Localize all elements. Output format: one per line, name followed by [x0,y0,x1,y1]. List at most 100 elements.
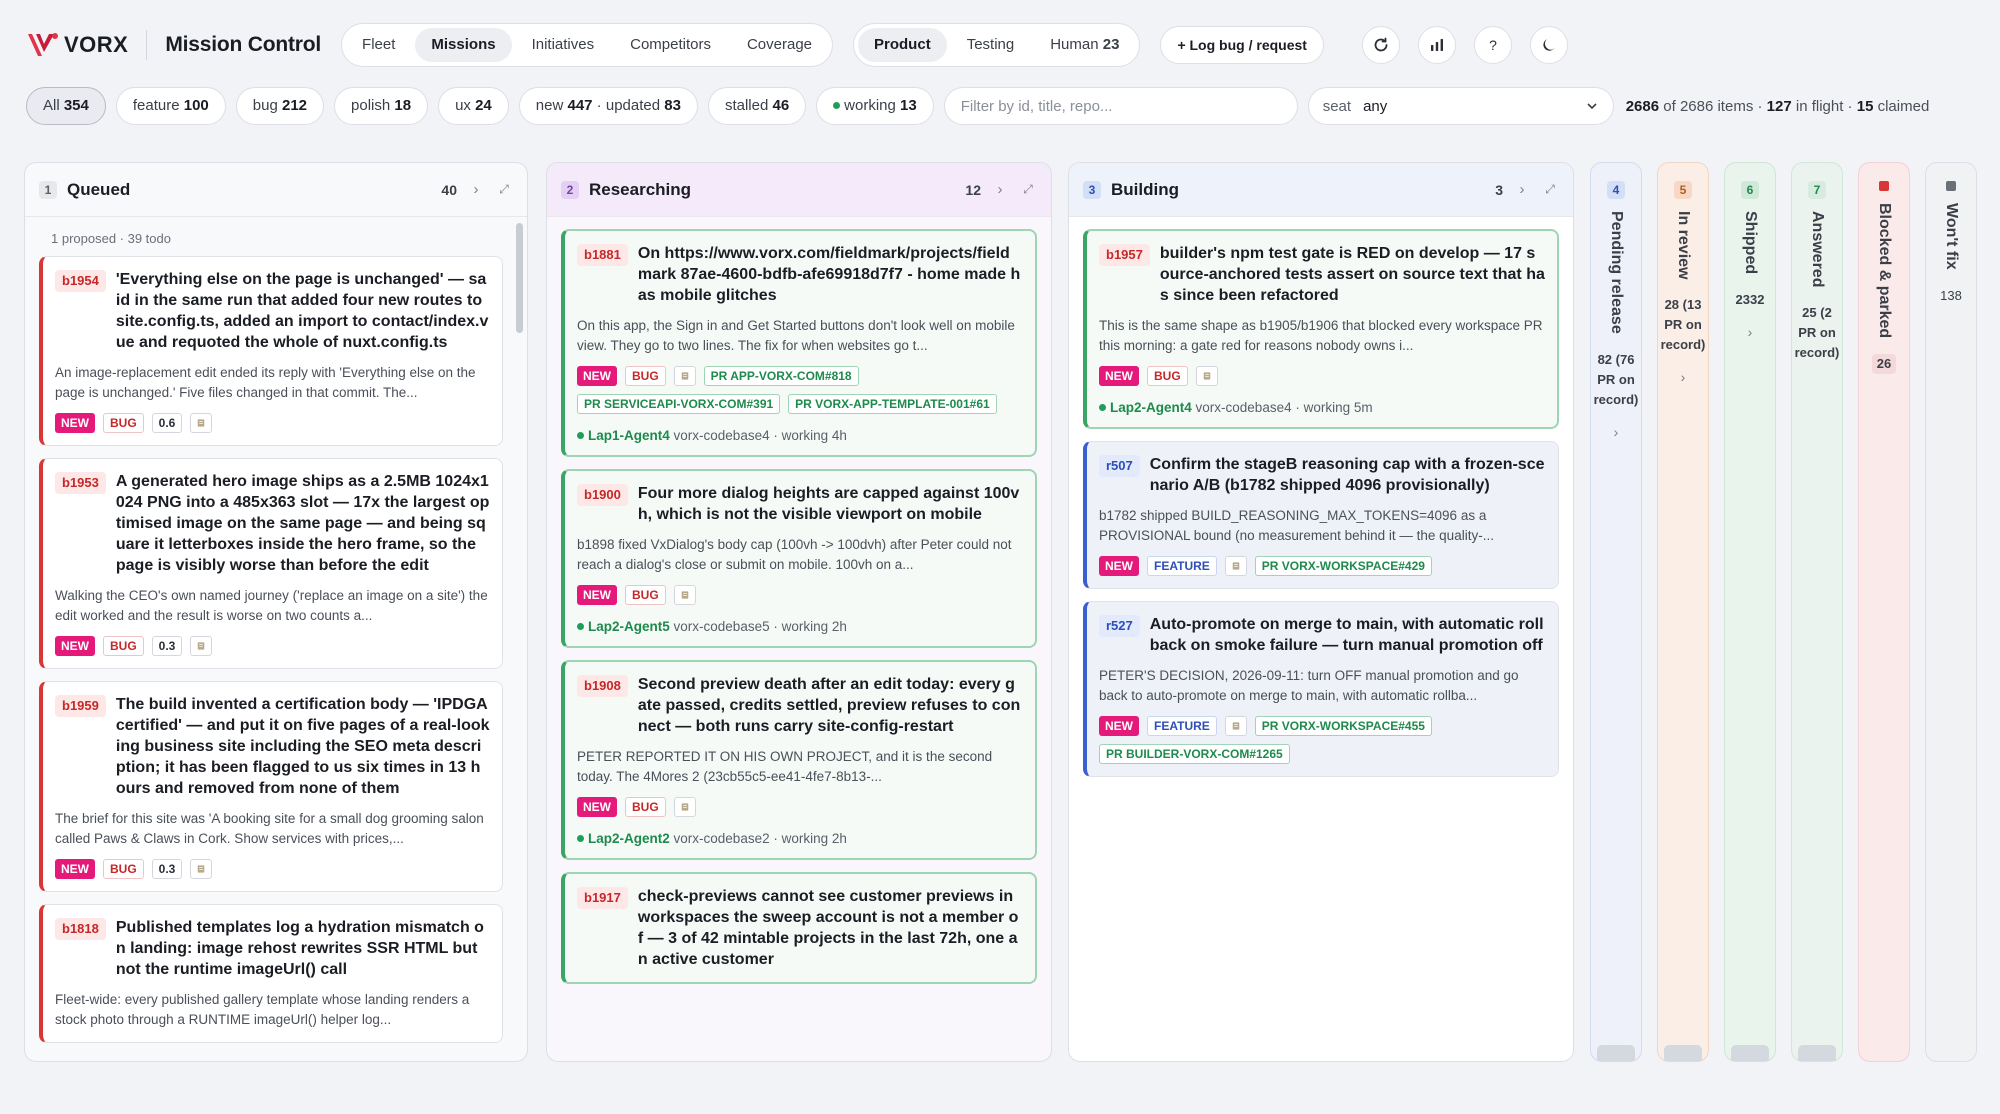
document-icon[interactable] [190,636,213,656]
tab-missions[interactable]: Missions [415,28,512,62]
pr-link[interactable]: PR VORX-WORKSPACE#455 [1254,716,1432,736]
card-b1881[interactable]: b1881 On https://www.vorx.com/fieldmark/p… [561,229,1037,457]
tab-testing[interactable]: Testing [951,28,1031,62]
help-button[interactable]: ? [1473,26,1512,64]
collapse-icon[interactable]: ⤢ [1019,182,1037,197]
column-answered[interactable]: 7 Answered 25 (2 PR on record) [1791,162,1843,1062]
chip-label: All [43,97,60,114]
seat-select[interactable]: seat any [1307,87,1614,125]
logo[interactable]: VORX [26,30,128,60]
expand-chevron-icon[interactable]: › [991,181,1009,198]
pr-link[interactable]: PR APP-VORX-COM#818 [703,366,859,386]
new-tag: NEW [1099,366,1139,386]
column-blocked-parked[interactable]: Blocked & parked 26 [1858,162,1910,1062]
chip-ux[interactable]: ux 24 [438,87,509,125]
document-icon[interactable] [673,366,696,386]
column-count: 2332 [1735,292,1765,308]
pr-link[interactable]: PR VORX-APP-TEMPLATE-001#61 [788,394,997,414]
collapse-icon[interactable]: ⤢ [1541,182,1559,197]
expand-chevron-icon[interactable]: › [1681,369,1686,385]
column-footer [1597,1045,1635,1061]
chip-working[interactable]: working 13 [816,87,934,125]
feature-tag: FEATURE [1147,556,1217,576]
column-in-review[interactable]: 5 In review 28 (13 PR on record) › [1657,162,1709,1062]
column-subnote: 1 proposed · 39 todo [51,231,171,246]
card-description: b1782 shipped BUILD_REASONING_MAX_TOKENS… [1099,508,1494,543]
card-b1818[interactable]: b1818 Published templates log a hydration… [39,904,503,1043]
bug-tag: BUG [103,859,144,879]
summary-claimed-text: claimed [1877,97,1930,115]
chip-polish[interactable]: polish 18 [334,87,429,125]
chip-stalled[interactable]: stalled 46 [707,87,807,125]
theme-toggle-button[interactable] [1529,26,1568,64]
tab-coverage[interactable]: Coverage [731,28,828,62]
log-bug-button[interactable]: + Log bug / request [1160,26,1324,64]
tab-competitors[interactable]: Competitors [614,28,727,62]
refresh-button[interactable] [1361,26,1400,64]
column-wont-fix[interactable]: Won't fix 138 [1925,162,1977,1062]
chip-feature[interactable]: feature 100 [115,87,226,125]
feature-tag: FEATURE [1147,716,1217,736]
card-b1900[interactable]: b1900 Four more dialog heights are capped… [561,469,1037,648]
column-scrollbar[interactable] [516,223,523,333]
document-icon[interactable] [1224,556,1247,576]
tab-human[interactable]: Human 23 [1034,28,1135,62]
document-icon[interactable] [190,413,213,433]
filter-search-input[interactable] [943,87,1298,125]
chip-all[interactable]: All 354 [26,87,106,125]
pr-link[interactable]: PR BUILDER-VORX-COM#1265 [1099,744,1290,764]
wont-fix-square-icon [1946,181,1956,191]
tab-human-count: 23 [1102,36,1120,53]
expand-chevron-icon[interactable]: › [1748,324,1753,340]
pr-link[interactable]: PR VORX-WORKSPACE#429 [1254,556,1432,576]
card-b1908[interactable]: b1908 Second preview death after an edit … [561,660,1037,860]
column-header: 3 Building 3 › ⤢ [1069,163,1573,217]
card-b1957[interactable]: b1957 builder's npm test gate is RED on d… [1083,229,1559,429]
tab-initiatives[interactable]: Initiatives [516,28,611,62]
card-id: b1908 [577,675,628,697]
column-pending-release[interactable]: 4 Pending release 82 (76 PR on record) › [1590,162,1642,1062]
column-title: Answered [1809,211,1826,288]
help-icon: ? [1489,37,1497,53]
card-b1959[interactable]: b1959 The build invented a certification … [39,681,503,892]
agent-status: Lap2-Agent4 vorx-codebase4 · working 5m [1099,400,1545,415]
card-b1954[interactable]: b1954 'Everything else on the page is unc… [39,256,503,446]
document-icon[interactable] [1195,366,1218,386]
chip-bug[interactable]: bug 212 [235,87,325,125]
document-icon[interactable] [190,859,213,879]
chip-label: feature [132,97,180,114]
document-icon[interactable] [1224,716,1247,736]
document-icon[interactable] [673,585,696,605]
card-b1917[interactable]: b1917 check-previews cannot see customer … [561,872,1037,984]
card-description: The brief for this site was 'A booking s… [55,811,484,846]
expand-chevron-icon[interactable]: › [1513,181,1531,198]
chip-new-updated[interactable]: new 447 · updated 83 [518,87,698,125]
svg-text:?: ? [1489,37,1497,53]
column-index: 4 [1607,181,1625,199]
card-description: An image-replacement edit ended its repl… [55,365,476,400]
card-b1953[interactable]: b1953 A generated hero image ships as a 2… [39,458,503,669]
card-r507[interactable]: r507 Confirm the stageB reasoning cap wit… [1083,441,1559,589]
pr-link[interactable]: PR SERVICEAPI-VORX-COM#391 [577,394,781,414]
expand-chevron-icon[interactable]: › [467,181,485,198]
column-count: 28 (13 PR on record) [1660,297,1706,353]
stats-button[interactable] [1417,26,1456,64]
agent-dot-icon [577,835,584,842]
card-title: builder's npm test gate is RED on develo… [1159,245,1545,304]
header-divider [146,30,148,60]
column-index: 1 [39,180,57,199]
card-r527[interactable]: r527 Auto-promote on merge to main, with … [1083,601,1559,777]
column-shipped[interactable]: 6 Shipped 2332 › [1724,162,1776,1062]
tab-fleet[interactable]: Fleet [346,28,411,62]
expand-chevron-icon[interactable]: › [1614,424,1619,440]
card-description: Fleet-wide: every published gallery temp… [55,992,470,1027]
tab-product[interactable]: Product [858,28,947,62]
card-description: This is the same shape as b1905/b1906 th… [1099,318,1543,353]
document-icon[interactable] [673,797,696,817]
column-title: In review [1675,211,1692,280]
card-title: A generated hero image ships as a 2.5MB … [115,473,490,574]
agent-name: Lap2-Agent2 [588,831,670,846]
agent-repo: vorx-codebase4 · working 5m [1195,400,1373,415]
column-count: 12 [965,181,981,198]
collapse-icon[interactable]: ⤢ [495,182,513,197]
